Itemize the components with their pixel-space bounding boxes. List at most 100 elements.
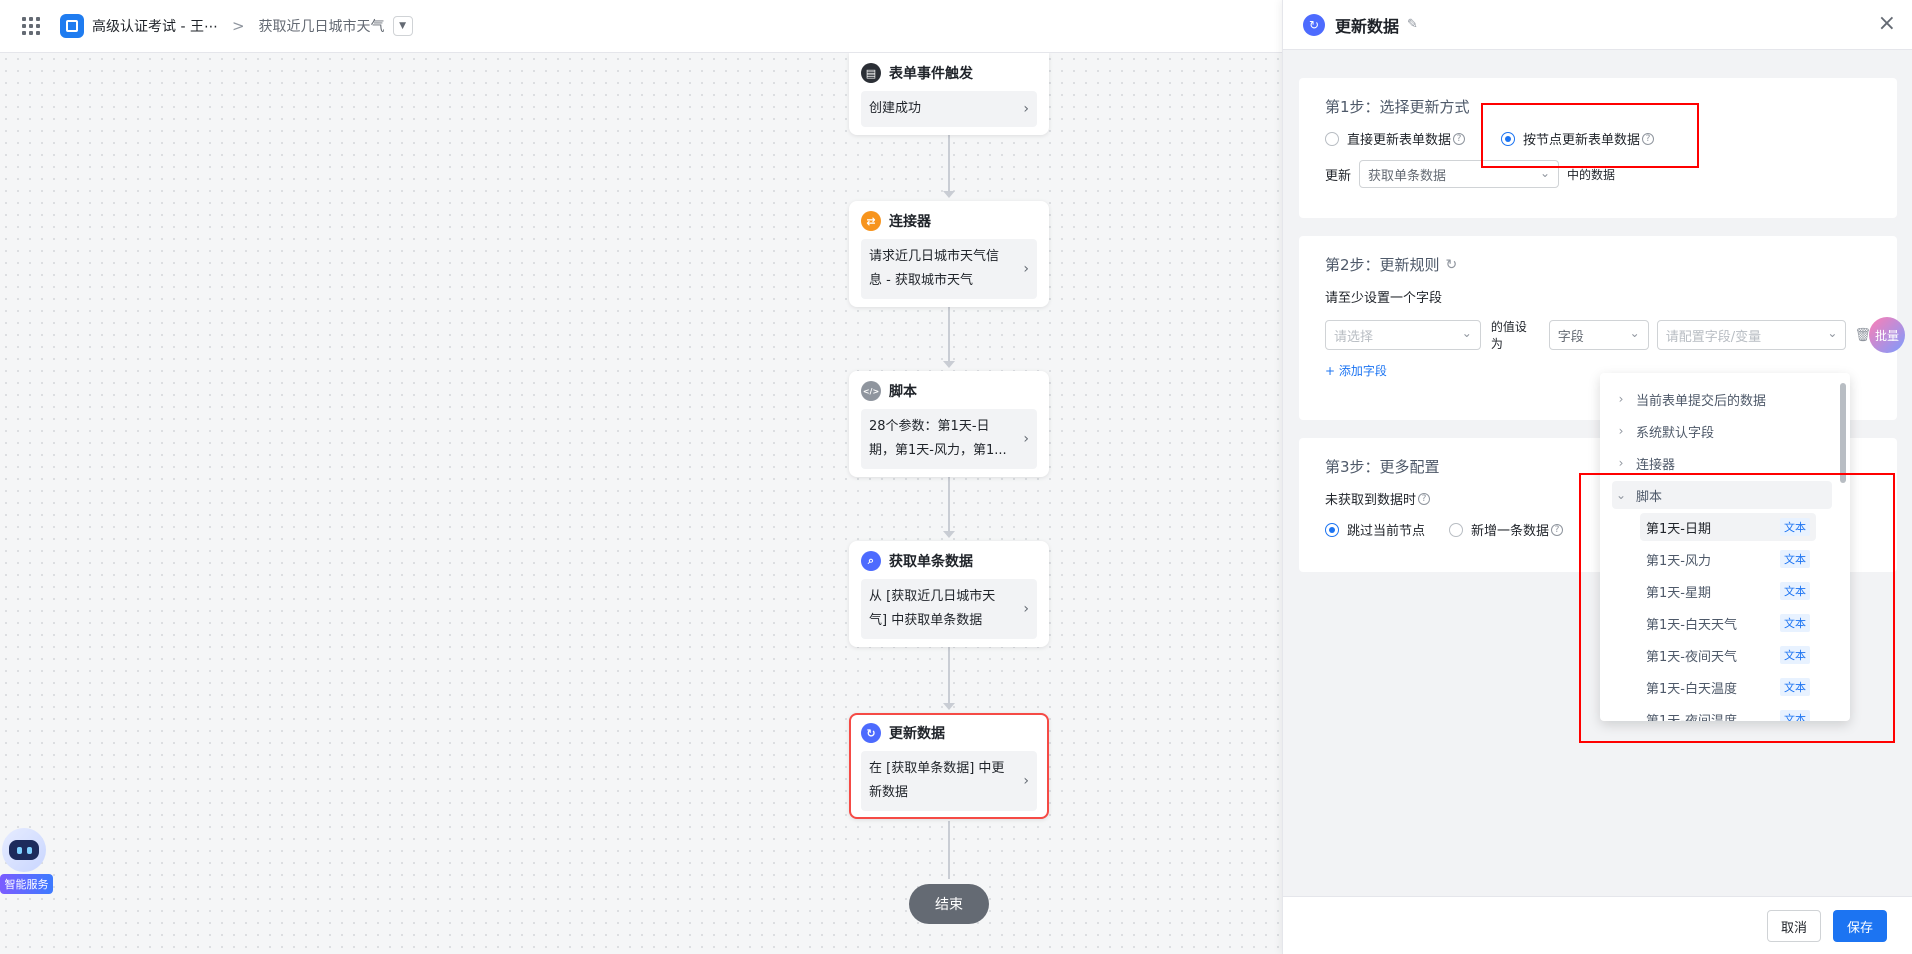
- update-icon: ↻: [1303, 13, 1325, 36]
- step2-title: 第2步：更新规则: [1325, 256, 1440, 274]
- arrow-down-icon: [943, 703, 955, 710]
- radio-direct-update[interactable]: [1325, 131, 1339, 146]
- chevron-right-icon: ›: [1023, 261, 1029, 277]
- step2-title-row: 第2步：更新规则 ↻: [1325, 254, 1871, 275]
- value-type-select[interactable]: 字段 ⌄: [1548, 320, 1649, 350]
- help-icon[interactable]: ?: [1453, 132, 1466, 145]
- radio-skip-node[interactable]: [1325, 522, 1339, 537]
- node-summary[interactable]: 28个参数：第1天-日 期，第1天-风力，第1... ›: [861, 409, 1037, 469]
- step1-card: 第1步：选择更新方式 直接更新表单数据 ? 按节点更新表单数据 ? 更新 获取单…: [1299, 78, 1897, 218]
- flow-node-form-trigger[interactable]: ▤ 表单事件触发 创建成功 ›: [849, 53, 1049, 135]
- radio-label-direct[interactable]: 直接更新表单数据: [1347, 129, 1451, 148]
- dropdown-scrollbar[interactable]: [1840, 383, 1846, 713]
- value-source-select[interactable]: 请配置字段/变量 ⌄: [1656, 320, 1847, 350]
- update-prefix-label: 更新: [1325, 168, 1352, 184]
- flow-node-script[interactable]: </> 脚本 28个参数：第1天-日 期，第1天-风力，第1... ›: [849, 371, 1049, 477]
- source-node-select[interactable]: 获取单条数据 ⌄: [1359, 160, 1560, 188]
- batch-button[interactable]: 批量: [1869, 317, 1905, 353]
- connector-line: [948, 477, 950, 531]
- step1-title: 第1步：选择更新方式: [1325, 98, 1470, 116]
- close-icon[interactable]: ×: [1878, 12, 1896, 36]
- dropdown-field-item[interactable]: 第1天-日期 文本: [1640, 513, 1816, 541]
- panel-header: ↻ 更新数据 ✎ ×: [1283, 0, 1912, 50]
- node-summary-line: 息 - 获取城市天气: [869, 273, 973, 288]
- script-icon: </>: [861, 381, 881, 401]
- source-node-value: 获取单条数据: [1368, 168, 1447, 184]
- edit-icon[interactable]: ✎: [1407, 17, 1418, 32]
- dropdown-field-item[interactable]: 第1天-风力 文本: [1640, 545, 1816, 573]
- target-field-select[interactable]: 请选择 ⌄: [1325, 320, 1481, 350]
- update-source-row: 更新 获取单条数据 ⌄ 中的数据: [1325, 160, 1871, 188]
- dropdown-field-item[interactable]: 第1天-夜间天气 文本: [1640, 641, 1816, 669]
- panel-footer: 取消 保存: [1283, 896, 1912, 954]
- field-label: 第1天-白天天气: [1646, 617, 1737, 633]
- flow-node-update-data[interactable]: ↻ 更新数据 在 [获取单条数据] 中更 新数据 ›: [849, 713, 1049, 819]
- node-summary[interactable]: 请求近几日城市天气信 息 - 获取城市天气 ›: [861, 239, 1037, 299]
- node-title: 获取单条数据: [889, 554, 973, 570]
- connector-line: [948, 647, 950, 703]
- dropdown-field-item[interactable]: 第1天-白天温度 文本: [1640, 673, 1816, 701]
- dropdown-group-form-data[interactable]: › 当前表单提交后的数据: [1612, 385, 1832, 413]
- flow-node-get-record[interactable]: ⌕ 获取单条数据 从 [获取近几日城市天 气] 中获取单条数据 ›: [849, 541, 1049, 647]
- field-label: 第1天-风力: [1646, 553, 1711, 569]
- dropdown-field-item[interactable]: 第1天-夜间温度 文本: [1640, 705, 1816, 721]
- step2-hint: 请至少设置一个字段: [1325, 291, 1443, 306]
- radio-label-skip[interactable]: 跳过当前节点: [1347, 520, 1425, 539]
- dropdown-group-script[interactable]: ⌄ 脚本: [1612, 481, 1832, 509]
- node-title: 连接器: [889, 214, 931, 230]
- chevron-right-icon: ›: [1618, 456, 1624, 470]
- chevron-right-icon: ›: [1023, 101, 1029, 117]
- node-summary[interactable]: 创建成功 ›: [861, 91, 1037, 127]
- node-summary-line: 气] 中获取单条数据: [869, 613, 983, 628]
- field-type-tag: 文本: [1780, 646, 1810, 664]
- field-variable-dropdown[interactable]: › 当前表单提交后的数据 › 系统默认字段 › 连接器 ⌄ 脚本 第1天-日期 …: [1600, 373, 1850, 721]
- node-summary[interactable]: 在 [获取单条数据] 中更 新数据 ›: [861, 751, 1037, 811]
- node-summary[interactable]: 从 [获取近几日城市天 气] 中获取单条数据 ›: [861, 579, 1037, 639]
- flow-dropdown-button[interactable]: ▼: [392, 16, 413, 36]
- flow-canvas[interactable]: ▤ 表单事件触发 创建成功 › ⇄ 连接器 请求近几日城市天气信 息 - 获取城…: [0, 53, 1282, 954]
- help-icon[interactable]: ?: [1551, 523, 1564, 536]
- node-summary-line: 在 [获取单条数据] 中更: [869, 761, 1005, 776]
- chevron-down-icon: ⌄: [1827, 326, 1838, 340]
- field-type-tag: 文本: [1780, 614, 1810, 632]
- end-node[interactable]: 结束: [909, 884, 989, 924]
- flow-node-connector[interactable]: ⇄ 连接器 请求近几日城市天气信 息 - 获取城市天气 ›: [849, 201, 1049, 307]
- app-grid-icon[interactable]: [22, 17, 40, 35]
- radio-label-add[interactable]: 新增一条数据: [1471, 520, 1549, 539]
- field-type-tag: 文本: [1780, 678, 1810, 696]
- arrow-down-icon: [943, 531, 955, 538]
- top-bar: 高级认证考试 - 王⋯ > 获取近几日城市天气 ▼: [0, 0, 1282, 53]
- app-title[interactable]: 高级认证考试 - 王⋯: [92, 16, 218, 36]
- dropdown-group-connector[interactable]: › 连接器: [1612, 449, 1832, 477]
- dropdown-field-item[interactable]: 第1天-星期 文本: [1640, 577, 1816, 605]
- assistant-bot-icon[interactable]: [2, 828, 46, 872]
- value-type-value: 字段: [1557, 329, 1584, 345]
- field-label: 第1天-夜间天气: [1646, 649, 1737, 665]
- cancel-button[interactable]: 取消: [1767, 910, 1821, 942]
- node-title: 更新数据: [889, 726, 945, 742]
- refresh-icon[interactable]: ↻: [1446, 257, 1458, 273]
- node-summary-line: 请求近几日城市天气信: [869, 249, 1000, 264]
- radio-label-by-node[interactable]: 按节点更新表单数据: [1523, 129, 1640, 148]
- target-field-placeholder: 请选择: [1334, 329, 1374, 345]
- chevron-right-icon: ›: [1023, 773, 1029, 789]
- chevron-right-icon: ›: [1618, 424, 1624, 438]
- node-summary-line: 28个参数：第1天-日: [869, 419, 990, 434]
- radio-update-by-node[interactable]: [1501, 131, 1516, 146]
- node-summary-line: 创建成功: [869, 101, 922, 116]
- arrow-down-icon: [943, 191, 955, 198]
- dropdown-field-item[interactable]: 第1天-白天天气 文本: [1640, 609, 1816, 637]
- help-icon[interactable]: ?: [1642, 132, 1655, 145]
- connector-line: [948, 307, 950, 361]
- chevron-right-icon: ›: [1023, 431, 1029, 447]
- help-icon[interactable]: ?: [1418, 492, 1431, 505]
- no-data-label: 未获取到数据时: [1325, 493, 1417, 508]
- breadcrumb-separator-icon: >: [231, 17, 245, 35]
- radio-add-record[interactable]: [1449, 522, 1464, 537]
- chevron-down-icon: ⌄: [1629, 326, 1640, 340]
- assistant-label[interactable]: 智能服务: [0, 874, 53, 894]
- scrollbar-thumb[interactable]: [1840, 383, 1846, 483]
- dropdown-group-system-fields[interactable]: › 系统默认字段: [1612, 417, 1832, 445]
- field-type-tag: 文本: [1780, 582, 1810, 600]
- save-button[interactable]: 保存: [1833, 910, 1887, 942]
